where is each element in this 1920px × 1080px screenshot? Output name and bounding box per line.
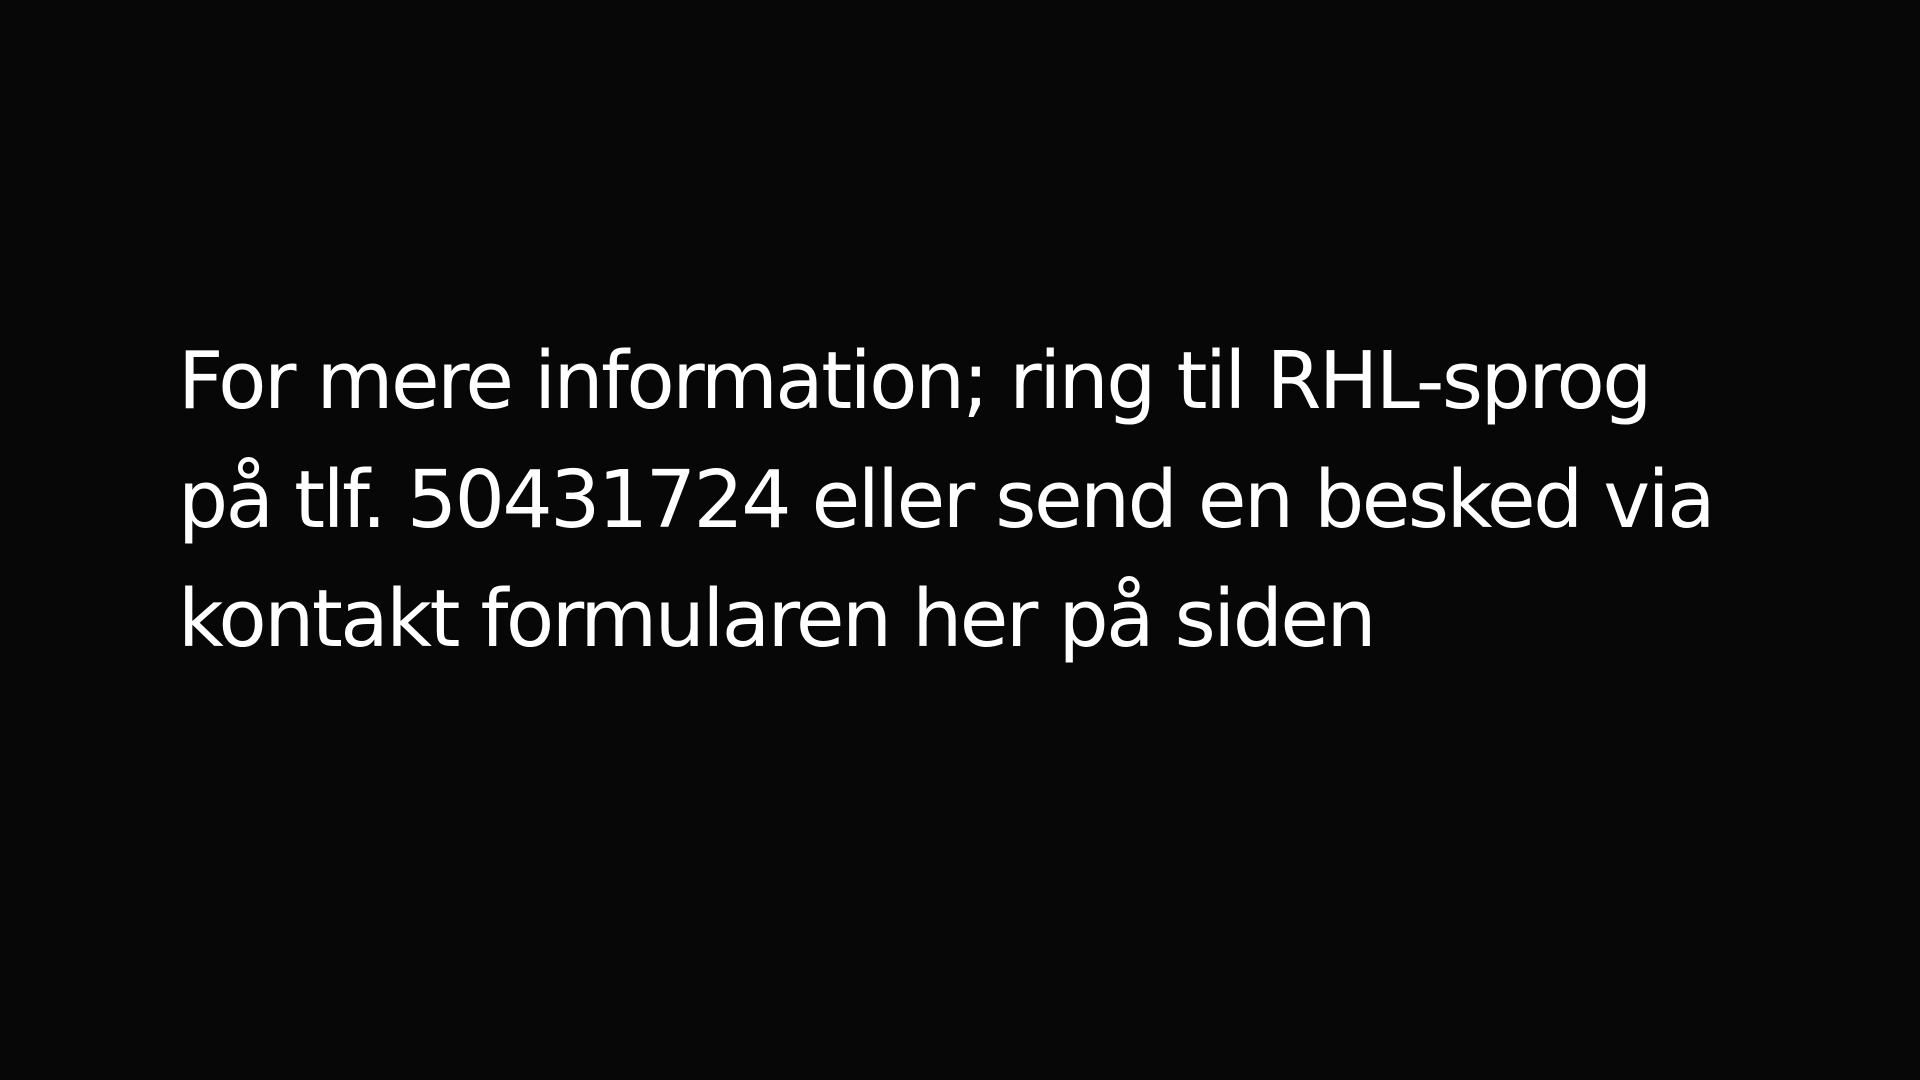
message-line-3: kontakt formularen her på siden	[178, 573, 1377, 665]
message-line-2: på tlf. 50431724 eller send en besked vi…	[178, 454, 1715, 546]
contact-message: For mere information; ring til RHL-sprog…	[178, 322, 1898, 679]
info-slide: For mere information; ring til RHL-sprog…	[0, 0, 1920, 1080]
message-line-1: For mere information; ring til RHL-sprog	[178, 335, 1652, 427]
